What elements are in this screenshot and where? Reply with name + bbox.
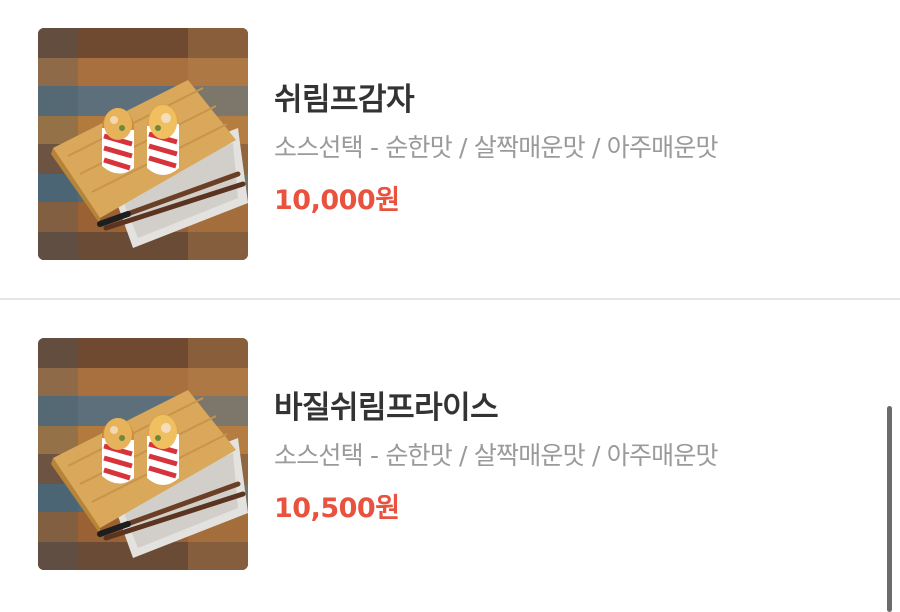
menu-list: 쉬림프감자 소스선택 - 순한맛 / 살짝매운맛 / 아주매운맛 10,000원… <box>0 0 900 612</box>
item-description: 소스선택 - 순한맛 / 살짝매운맛 / 아주매운맛 <box>274 133 719 162</box>
scrollbar[interactable] <box>887 406 892 612</box>
item-price: 10,500원 <box>274 493 400 524</box>
menu-item[interactable]: 바질쉬림프라이스 소스선택 - 순한맛 / 살짝매운맛 / 아주매운맛 10,5… <box>0 300 900 600</box>
menu-item[interactable]: 쉬림프감자 소스선택 - 순한맛 / 살짝매운맛 / 아주매운맛 10,000원 <box>0 0 900 300</box>
food-image <box>38 28 248 260</box>
item-name: 바질쉬림프라이스 <box>274 390 499 426</box>
item-price: 10,000원 <box>274 185 400 216</box>
food-image <box>38 338 248 570</box>
item-name: 쉬림프감자 <box>274 82 415 118</box>
item-description: 소스선택 - 순한맛 / 살짝매운맛 / 아주매운맛 <box>274 441 719 470</box>
